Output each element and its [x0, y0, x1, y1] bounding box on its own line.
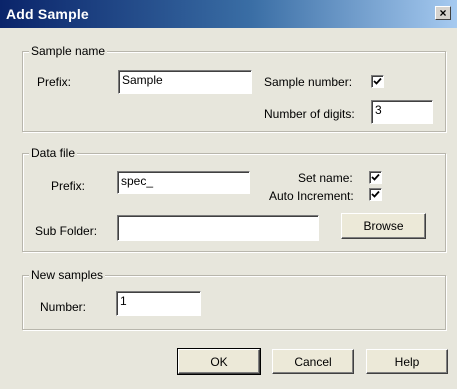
checkmark-icon — [371, 190, 380, 198]
subfolder-input[interactable] — [117, 215, 319, 241]
sample-number-label: Sample number: — [264, 75, 353, 89]
sample-number-checkbox[interactable] — [371, 75, 384, 88]
checkmark-icon — [373, 77, 382, 85]
checkmark-icon — [371, 173, 380, 181]
subfolder-label: Sub Folder: — [35, 224, 98, 238]
file-prefix-label: Prefix: — [51, 179, 86, 193]
auto-increment-label: Auto Increment: — [269, 189, 354, 203]
ok-button[interactable]: OK — [177, 348, 261, 375]
close-icon: × — [439, 6, 447, 20]
digits-label: Number of digits: — [264, 107, 355, 121]
new-samples-group: New samples Number: 1 — [22, 268, 446, 330]
sample-name-legend: Sample name — [29, 44, 108, 58]
cancel-button[interactable]: Cancel — [272, 349, 354, 374]
browse-button[interactable]: Browse — [341, 213, 426, 239]
title-bar[interactable]: Add Sample × — [0, 0, 457, 28]
digits-input[interactable]: 3 — [371, 100, 433, 124]
auto-increment-checkbox[interactable] — [369, 188, 382, 201]
sample-prefix-input[interactable]: Sample — [118, 70, 252, 94]
window-title: Add Sample — [6, 6, 89, 22]
number-label: Number: — [40, 300, 87, 314]
set-name-label: Set name: — [298, 171, 353, 185]
new-samples-legend: New samples — [29, 268, 106, 282]
help-button[interactable]: Help — [366, 349, 448, 374]
sample-name-group: Sample name Prefix: Sample Sample number… — [22, 44, 446, 132]
file-prefix-input[interactable]: spec_ — [117, 171, 250, 194]
sample-prefix-label: Prefix: — [37, 75, 72, 89]
data-file-legend: Data file — [29, 146, 78, 160]
data-file-group: Data file Prefix: spec_ Set name: Auto I… — [22, 146, 446, 252]
number-input[interactable]: 1 — [116, 291, 201, 316]
close-button[interactable]: × — [435, 6, 451, 20]
set-name-checkbox[interactable] — [369, 171, 382, 184]
add-sample-dialog: Add Sample × Sample name Prefix: Sample … — [0, 0, 457, 389]
